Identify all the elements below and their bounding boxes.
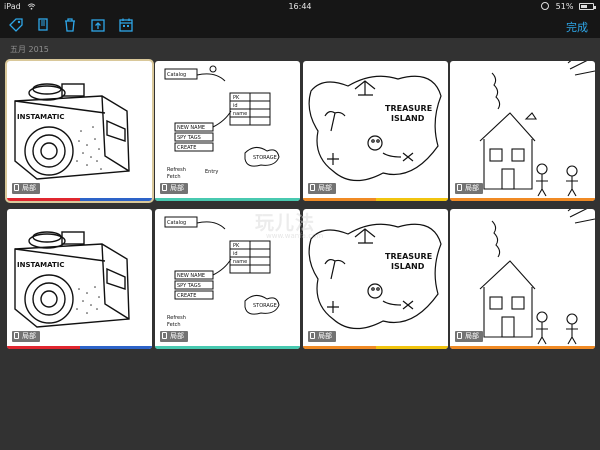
card-badge: 局部 [160,331,188,342]
svg-text:Refresh: Refresh [167,167,186,173]
done-button[interactable]: 完成 [566,19,588,35]
card-badge: 局部 [12,183,40,194]
card-badge: 局部 [308,183,336,194]
badge-label: 局部 [465,184,479,192]
svg-text:name: name [233,259,247,265]
house-sketch-image [479,209,595,345]
device-icon [162,332,167,339]
badge-label: 局部 [170,184,184,192]
battery-icon [579,3,596,10]
svg-text:Refresh: Refresh [167,315,186,321]
color-tag-strip [303,346,448,349]
house-sketch-image [479,61,595,197]
status-right: 51% [541,2,596,11]
badge-label: 局部 [465,332,479,340]
card-badge: 局部 [308,331,336,342]
color-tag-strip [7,198,152,201]
card-badge: 局部 [160,183,188,194]
device-icon [310,184,315,191]
svg-text:id: id [233,251,238,257]
svg-text:NEW NAME: NEW NAME [177,273,205,279]
svg-text:INSTAMATIC: INSTAMATIC [17,113,65,121]
treasure-map-sketch-image: TREASURE ISLAND [308,223,442,330]
sketch-card-house[interactable]: 局部 [450,61,595,201]
sketch-card-house[interactable]: 局部 [450,209,595,349]
card-badge: 局部 [455,183,483,194]
svg-text:SPY TAGS: SPY TAGS [177,135,201,141]
camera-sketch-image: INSTAMATIC [14,231,130,328]
svg-text:CREATE: CREATE [177,145,196,151]
svg-text:SPY TAGS: SPY TAGS [177,283,201,289]
camera-sketch-image: INSTAMATIC [14,83,130,180]
card-badge: 局部 [12,331,40,342]
sketch-card-database[interactable]: Catalog PK id name NEW NAME SPY TAGS CREATE … [155,61,300,201]
badge-label: 局部 [170,332,184,340]
trash-icon[interactable] [62,17,78,33]
color-tag-strip [450,198,595,201]
color-tag-strip [450,346,595,349]
sketch-card-camera[interactable]: INSTAMATIC 局部 [7,209,152,349]
svg-text:TREASURE: TREASURE [385,104,432,113]
svg-text:TREASURE: TREASURE [385,252,432,261]
export-icon[interactable] [90,17,106,33]
svg-text:ISLAND: ISLAND [391,114,425,123]
device-icon [14,332,19,339]
device-icon [162,184,167,191]
svg-text:STORAGE: STORAGE [253,303,277,309]
svg-text:id: id [233,103,238,109]
svg-text:Catalog: Catalog [167,72,186,78]
badge-label: 局部 [22,332,36,340]
color-tag-strip [155,198,300,201]
watermark-text: 玩儿法 [255,212,316,234]
color-tag-strip [7,346,152,349]
tag-icon[interactable] [8,17,24,33]
badge-label: 局部 [22,184,36,192]
orientation-lock-icon [541,2,550,10]
toolbar: 完成 [0,13,600,38]
svg-text:ISLAND: ISLAND [391,262,425,271]
svg-text:Fetch: Fetch [167,322,181,328]
database-sketch-image: Catalog PKidname NEW NAMESPY TAGSCREATE … [164,65,280,180]
svg-text:NEW NAME: NEW NAME [177,125,205,131]
card-badge: 局部 [455,331,483,342]
calendar-icon[interactable] [118,17,134,33]
svg-text:STORAGE: STORAGE [253,155,277,161]
treasure-map-sketch-image: TREASURE ISLAND [308,75,442,182]
device-icon [310,332,315,339]
svg-text:Catalog: Catalog [167,220,186,226]
svg-text:INSTAMATIC: INSTAMATIC [17,261,65,269]
device-icon [457,184,462,191]
color-tag-strip [155,346,300,349]
svg-text:name: name [233,111,247,117]
sketch-card-treasure-map[interactable]: TREASURE ISLAND 局部 [303,61,448,201]
battery-percent: 51% [555,2,574,11]
copy-icon[interactable] [35,17,51,33]
sketch-card-treasure-map[interactable]: TREASURE ISLAND 局部 [303,209,448,349]
section-date-label: 五月 2015 [10,45,49,54]
svg-text:Fetch: Fetch [167,174,181,180]
badge-label: 局部 [318,332,332,340]
device-icon [14,184,19,191]
svg-text:PK: PK [233,243,240,249]
color-tag-strip [303,198,448,201]
watermark-url: www.wanfa.com [266,232,324,240]
badge-label: 局部 [318,184,332,192]
device-icon [457,332,462,339]
svg-text:CREATE: CREATE [177,293,196,299]
svg-text:Entry: Entry [205,169,218,175]
status-bar: iPad 16:44 51% [0,0,600,13]
sketch-card-camera[interactable]: INSTAMATIC 局部 [7,61,152,201]
svg-text:PK: PK [233,95,240,101]
clock: 16:44 [288,2,312,11]
